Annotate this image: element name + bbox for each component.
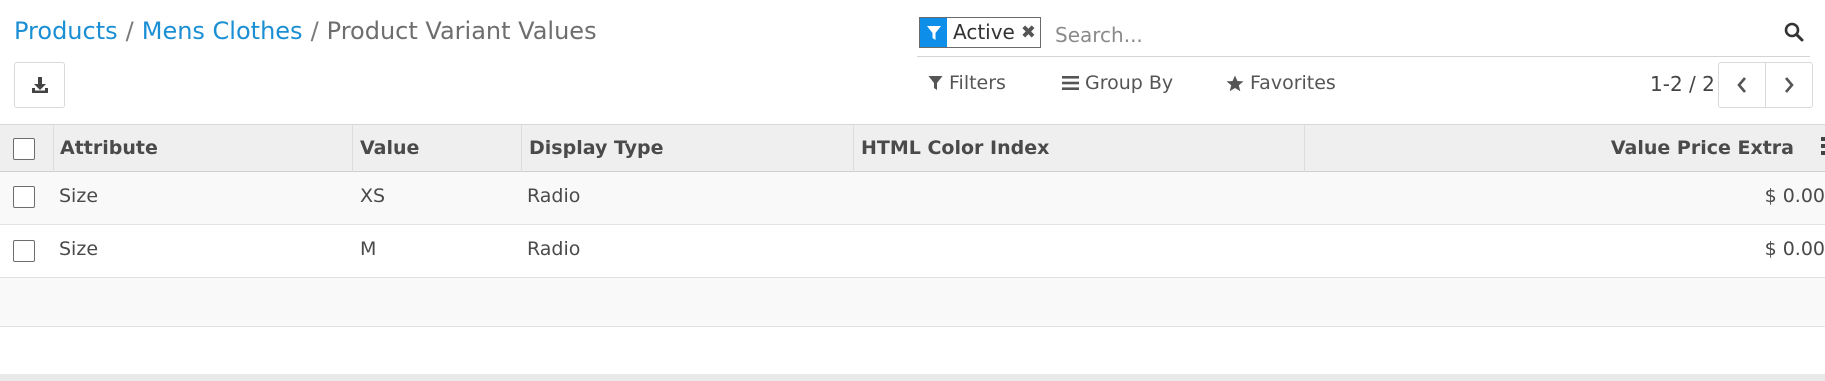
list-icon xyxy=(1062,76,1079,90)
filters-label: Filters xyxy=(949,72,1006,94)
download-icon xyxy=(31,77,48,93)
cell-price-extra: $ 0.00 xyxy=(1764,238,1825,260)
cell-display-type: Radio xyxy=(527,238,581,260)
column-header-value-price-extra[interactable]: Value Price Extra xyxy=(1305,125,1794,172)
star-icon xyxy=(1226,75,1244,91)
column-header-display-type[interactable]: Display Type xyxy=(522,125,854,172)
column-header-value[interactable]: Value xyxy=(353,125,522,172)
chevron-left-icon xyxy=(1737,77,1746,93)
facet-label: Active xyxy=(953,20,1015,44)
pager-value[interactable]: 1-2 / 2 xyxy=(1650,72,1715,96)
pager-next-button[interactable] xyxy=(1765,62,1813,108)
cell-value: XS xyxy=(360,185,386,207)
breadcrumb-mens-clothes[interactable]: Mens Clothes xyxy=(142,17,303,45)
breadcrumb: Products / Mens Clothes / Product Variant Va… xyxy=(14,14,597,48)
breadcrumb-separator: / xyxy=(310,17,319,45)
row-checkbox[interactable] xyxy=(13,186,35,208)
column-header-attribute[interactable]: Attribute xyxy=(54,125,353,172)
table-row[interactable]: Size M Radio $ 0.00 xyxy=(0,225,1825,278)
column-options-handle[interactable] xyxy=(1821,137,1825,157)
active-filter-facet: Active ✖ xyxy=(919,17,1041,48)
filter-icon xyxy=(928,76,943,90)
table-header: Attribute Value Display Type HTML Color … xyxy=(0,124,1825,172)
cell-display-type: Radio xyxy=(527,185,581,207)
filters-menu-button[interactable]: Filters xyxy=(928,72,1006,94)
cell-value: M xyxy=(360,238,377,260)
cell-price-extra: $ 0.00 xyxy=(1764,185,1825,207)
column-header-html-color-index[interactable]: HTML Color Index xyxy=(854,125,1305,172)
group-by-label: Group By xyxy=(1085,72,1174,94)
header-checkbox-cell xyxy=(0,125,54,172)
favorites-menu-button[interactable]: Favorites xyxy=(1226,72,1336,94)
favorites-label: Favorites xyxy=(1250,72,1336,94)
row-checkbox[interactable] xyxy=(13,240,35,262)
group-by-menu-button[interactable]: Group By xyxy=(1062,72,1173,94)
search-input[interactable] xyxy=(1053,18,1717,52)
search-bar: Active ✖ xyxy=(917,14,1810,57)
search-icon[interactable] xyxy=(1784,22,1804,46)
chevron-right-icon xyxy=(1785,77,1794,93)
variant-values-table: Attribute Value Display Type HTML Color … xyxy=(0,124,1825,376)
cell-attribute: Size xyxy=(59,185,99,207)
control-panel: Products / Mens Clothes / Product Variant Va… xyxy=(0,0,1825,124)
horizontal-scrollbar[interactable] xyxy=(0,374,1825,381)
breadcrumb-products[interactable]: Products xyxy=(14,17,118,45)
empty-row xyxy=(0,327,1825,376)
pager-previous-button[interactable] xyxy=(1718,62,1766,108)
filter-icon xyxy=(920,18,947,47)
breadcrumb-separator: / xyxy=(125,17,134,45)
export-button[interactable] xyxy=(14,62,65,108)
page-title: Product Variant Values xyxy=(326,17,597,45)
cell-attribute: Size xyxy=(59,238,99,260)
table-row[interactable]: Size XS Radio $ 0.00 xyxy=(0,172,1825,225)
empty-row xyxy=(0,278,1825,327)
facet-remove-icon[interactable]: ✖ xyxy=(1019,18,1040,47)
